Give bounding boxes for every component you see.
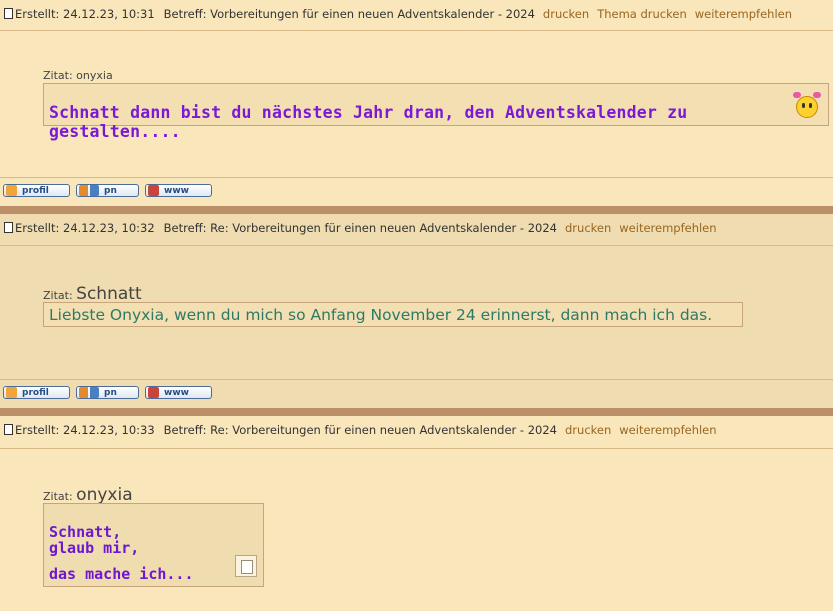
pn-button[interactable]: pn (76, 184, 139, 197)
users-icon (79, 387, 99, 398)
divider (0, 245, 833, 246)
divider (0, 379, 833, 380)
quote-box: Schnatt dann bist du nächstes Jahr dran,… (43, 83, 829, 141)
recommend-link[interactable]: weiterempfehlen (619, 221, 716, 235)
post-header: Erstellt: 24.12.23, 10:32 Betreff: Re: V… (4, 219, 717, 236)
post-separator (0, 408, 833, 416)
print-link[interactable]: drucken (565, 221, 611, 235)
document-icon (4, 222, 13, 233)
post-subject: Betreff: Re: Vorbereitungen für einen ne… (163, 220, 557, 235)
print-thread-link[interactable]: Thema drucken (597, 7, 687, 21)
users-icon (79, 185, 99, 196)
recommend-link[interactable]: weiterempfehlen (695, 7, 792, 21)
post-actions: profil pn www (3, 184, 212, 197)
pn-button[interactable]: pn (76, 386, 139, 399)
post-1: Erstellt: 24.12.23, 10:31 Betreff: Vorbe… (0, 0, 833, 206)
quote-author: Schnatt (76, 284, 142, 304)
post-header: Erstellt: 24.12.23, 10:31 Betreff: Vorbe… (4, 5, 792, 22)
quote-text: Liebste Onyxia, wenn du mich so Anfang N… (49, 306, 713, 324)
quote-author: onyxia (76, 69, 113, 82)
www-button[interactable]: www (145, 184, 212, 197)
user-icon (6, 387, 17, 398)
quote-label: Zitat: onyxia (43, 485, 133, 505)
print-link[interactable]: drucken (543, 7, 589, 21)
profil-button[interactable]: profil (3, 184, 70, 197)
quote-text: Schnatt, glaub mir, das mache ich... (49, 523, 194, 583)
quote-box: Liebste Onyxia, wenn du mich so Anfang N… (43, 302, 743, 327)
post-created: Erstellt: 24.12.23, 10:32 (15, 220, 155, 235)
post-subject: Betreff: Vorbereitungen für einen neuen … (163, 6, 535, 21)
post-separator (0, 206, 833, 214)
post-created: Erstellt: 24.12.23, 10:33 (15, 422, 155, 437)
profil-button[interactable]: profil (3, 386, 70, 399)
print-link[interactable]: drucken (565, 423, 611, 437)
document-icon (4, 8, 13, 19)
user-icon (6, 185, 17, 196)
recommend-link[interactable]: weiterempfehlen (619, 423, 716, 437)
quote-box: Schnatt, glaub mir, das mache ich... (43, 503, 264, 587)
home-icon (148, 387, 159, 398)
post-header: Erstellt: 24.12.23, 10:33 Betreff: Re: V… (4, 421, 717, 438)
smiley-girl-icon (793, 92, 821, 118)
quote-text: Schnatt dann bist du nächstes Jahr dran,… (49, 103, 688, 141)
post-subject: Betreff: Re: Vorbereitungen für einen ne… (163, 422, 557, 437)
www-button[interactable]: www (145, 386, 212, 399)
divider (0, 448, 833, 449)
divider (0, 177, 833, 178)
divider (0, 30, 833, 31)
home-icon (148, 185, 159, 196)
document-icon (4, 424, 13, 435)
quote-label: Zitat: onyxia (43, 69, 113, 82)
quote-author: onyxia (76, 485, 133, 505)
post-created: Erstellt: 24.12.23, 10:31 (15, 6, 155, 21)
quote-label: Zitat: Schnatt (43, 284, 142, 304)
broken-image-icon (235, 555, 257, 577)
post-actions: profil pn www (3, 386, 212, 399)
